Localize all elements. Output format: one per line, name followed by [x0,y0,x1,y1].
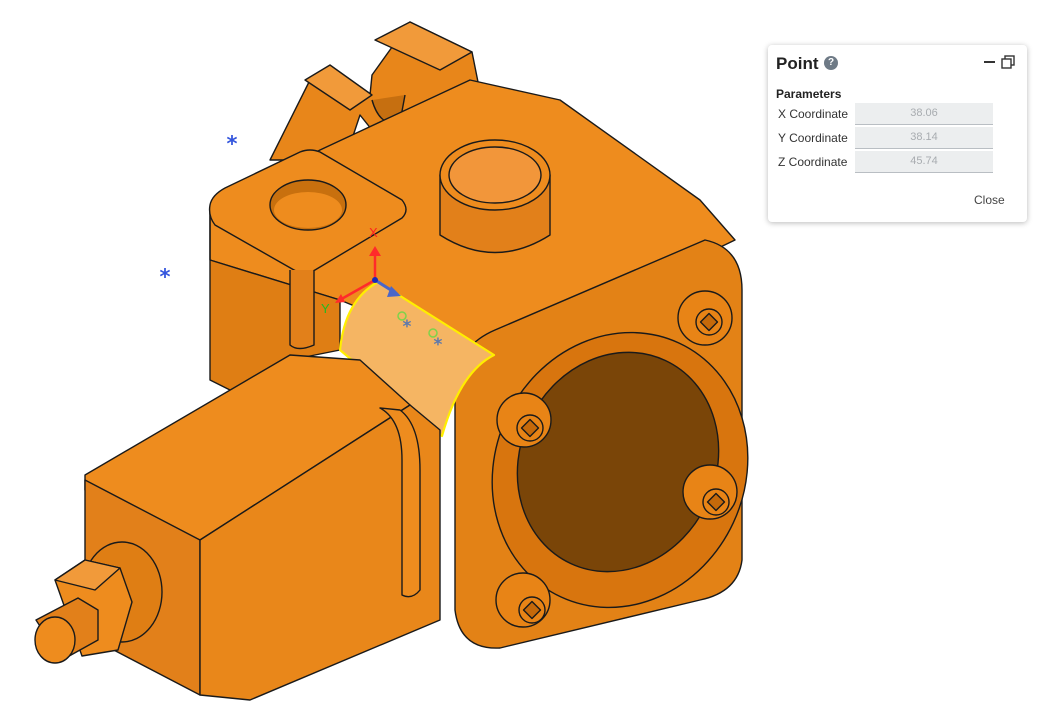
bolt-top-right [677,290,733,346]
z-coordinate-field[interactable]: 45.74 [855,151,993,173]
minimize-icon[interactable] [984,61,995,63]
panel-title: Point [776,54,819,73]
z-coordinate-label: Z Coordinate [778,155,848,169]
bolt-bottom-left [495,572,551,628]
help-icon[interactable]: ? [824,56,838,70]
z-coordinate-row: Z Coordinate 45.74 [768,151,1027,173]
bolt-mid-left [496,392,552,448]
restore-icon[interactable] [1001,55,1015,69]
x-coordinate-label: X Coordinate [778,107,849,121]
triad-y-label: Y [321,301,330,316]
point-marker-icon: * [434,335,443,355]
y-coordinate-row: Y Coordinate 38.14 [768,127,1027,149]
bolt-bottom-right [682,464,738,520]
y-coordinate-field[interactable]: 38.14 [855,127,993,149]
point-marker-icon: * [160,265,171,289]
point-marker-icon: * [227,132,238,156]
triad-x-label: X [369,225,378,240]
x-coordinate-row: X Coordinate 38.06 [768,103,1027,125]
pump-housing-model[interactable] [34,21,792,701]
close-button[interactable]: Close [974,193,1005,207]
x-coordinate-field[interactable]: 38.06 [855,103,993,125]
y-coordinate-label: Y Coordinate [778,131,848,145]
parameters-heading: Parameters [776,87,842,101]
point-panel[interactable]: Point ? Parameters X Coordinate 38.06 Y … [768,45,1027,222]
